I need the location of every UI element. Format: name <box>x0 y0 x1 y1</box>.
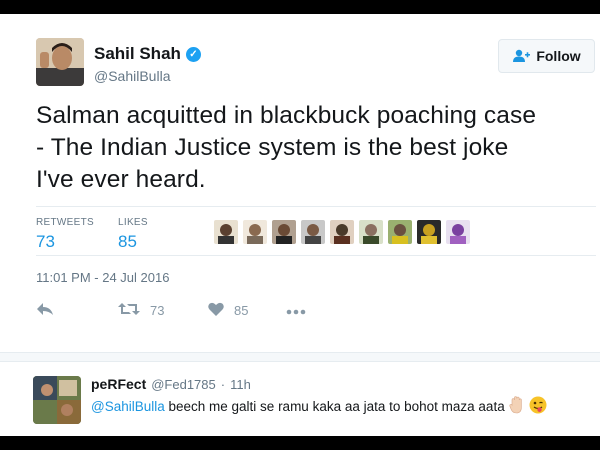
tweet-text-line: - The Indian Justice system is the best … <box>36 134 509 161</box>
more-icon <box>286 303 306 318</box>
display-name[interactable]: Sahil Shah ✓ <box>94 44 201 64</box>
section-divider <box>0 352 600 362</box>
retweets-label: RETWEETS <box>36 217 94 228</box>
likes-count: 85 <box>118 232 137 251</box>
liker-avatar[interactable] <box>243 220 267 244</box>
liker-avatar[interactable] <box>446 220 470 244</box>
avatar[interactable] <box>36 38 84 86</box>
liker-avatar[interactable] <box>330 220 354 244</box>
follow-label: Follow <box>536 48 581 64</box>
tweet-frame: Sahil Shah ✓ @SahilBulla Follow Salman a… <box>0 14 600 436</box>
tweet-text: Salman acquitted in blackbuck poaching c… <box>36 100 588 196</box>
reply-button[interactable] <box>36 302 118 319</box>
likers-avatars <box>214 220 470 244</box>
liker-avatar[interactable] <box>388 220 412 244</box>
heart-icon <box>208 302 224 319</box>
main-tweet: Sahil Shah ✓ @SahilBulla Follow Salman a… <box>0 14 600 352</box>
reply-display-name[interactable]: peRFect <box>91 376 146 392</box>
retweet-icon <box>118 302 140 319</box>
likes-stat[interactable]: LIKES 85 <box>118 217 148 252</box>
retweet-action-count: 73 <box>150 303 165 318</box>
bottom-border <box>0 436 600 450</box>
reply-handle[interactable]: @Fed1785 <box>151 377 216 392</box>
winking-tongue-emoji <box>529 396 547 417</box>
liker-avatar[interactable] <box>359 220 383 244</box>
like-button[interactable]: 85 <box>208 302 286 319</box>
more-button[interactable] <box>286 303 306 318</box>
reply-time[interactable]: 11h <box>230 377 251 392</box>
tweet-stats: RETWEETS 73 LIKES 85 <box>36 206 596 256</box>
reply-tweet[interactable]: peRFect @Fed1785 · 11h @SahilBulla beech… <box>0 362 600 436</box>
retweet-button[interactable]: 73 <box>118 302 208 319</box>
liker-avatar[interactable] <box>301 220 325 244</box>
display-name-text[interactable]: Sahil Shah <box>94 44 181 64</box>
reply-header: peRFect @Fed1785 · 11h <box>91 376 251 392</box>
reply-text: @SahilBulla beech me galti se ramu kaka … <box>91 396 547 417</box>
reply-avatar[interactable] <box>33 376 81 424</box>
reply-separator: · <box>220 377 226 392</box>
user-handle[interactable]: @SahilBulla <box>94 68 170 84</box>
follow-button[interactable]: Follow <box>498 39 595 73</box>
add-user-icon <box>512 49 531 63</box>
likes-label: LIKES <box>118 217 148 228</box>
raised-hand-emoji <box>509 396 525 417</box>
verified-badge-icon: ✓ <box>185 46 201 62</box>
reply-mention-link[interactable]: @SahilBulla <box>91 399 165 414</box>
liker-avatar[interactable] <box>272 220 296 244</box>
retweets-stat[interactable]: RETWEETS 73 <box>36 217 94 252</box>
liker-avatar[interactable] <box>214 220 238 244</box>
tweet-timestamp[interactable]: 11:01 PM - 24 Jul 2016 <box>36 270 169 285</box>
reply-body: beech me galti se ramu kaka aa jata to b… <box>164 399 505 414</box>
tweet-actions: 73 85 <box>36 302 306 319</box>
liker-avatar[interactable] <box>417 220 441 244</box>
like-action-count: 85 <box>234 303 249 318</box>
tweet-text-line: I've ever heard. <box>36 166 206 193</box>
retweets-count: 73 <box>36 232 55 251</box>
tweet-text-line: Salman acquitted in blackbuck poaching c… <box>36 102 537 129</box>
reply-icon <box>36 302 54 319</box>
